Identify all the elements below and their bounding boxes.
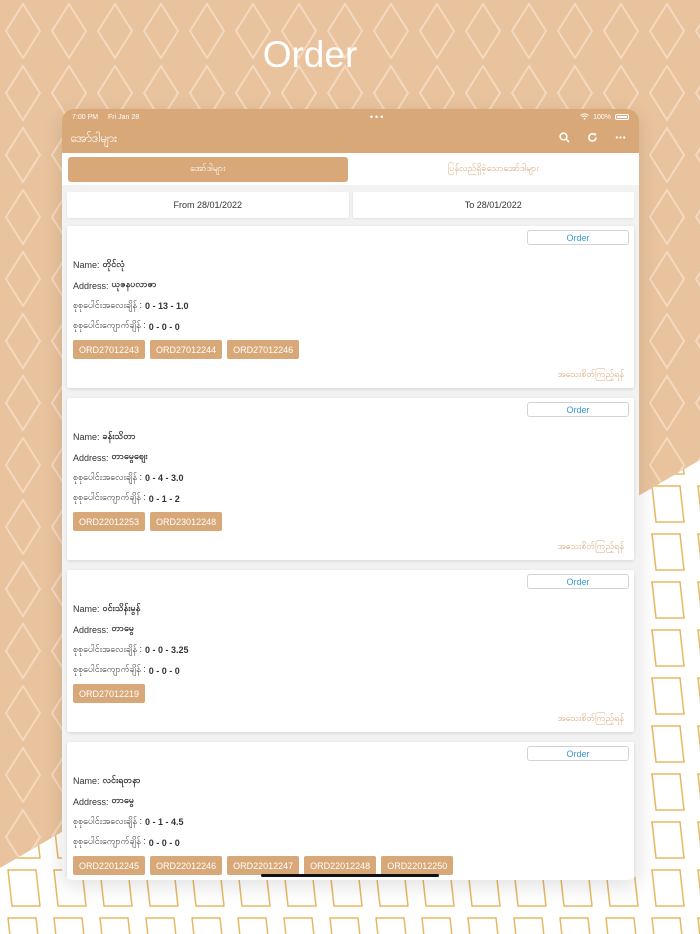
balance-label: စုစုပေါင်းကျောက်ချိန် : xyxy=(73,320,146,331)
order-list: Order Name: တိုင်လုံ Address: ယုဇနပလာဇာ စု… xyxy=(62,218,639,880)
order-code-chip[interactable]: ORD23012248 xyxy=(150,512,223,531)
customer-address: တာမွေ xyxy=(111,623,135,634)
order-code-list: ORD27012243 ORD27012244 ORD27012246 xyxy=(73,340,628,359)
order-code-chip[interactable]: ORD22012250 xyxy=(381,856,454,875)
order-code-chip[interactable]: ORD22012248 xyxy=(304,856,377,875)
multitask-dots[interactable]: ••• xyxy=(370,112,385,122)
order-code-chip[interactable]: ORD22012253 xyxy=(73,512,146,531)
name-row: Name: လင်းရတနာ xyxy=(73,771,628,792)
app-bar: အော်ဒါများ xyxy=(62,125,639,153)
name-row: Name: ခန်းသိတာ xyxy=(73,427,628,448)
order-code-list: ORD22012245 ORD22012246 ORD22012247 ORD2… xyxy=(73,856,628,875)
balance-label: စုစုပေါင်းကျောက်ချိန် : xyxy=(73,492,146,503)
weight-row: စုစုပေါင်းအလေးချိန် :0 - 0 - 3.25 xyxy=(73,640,628,661)
date-filter: From 28/01/2022 To 28/01/2022 xyxy=(62,185,639,218)
total-weight: 0 - 1 - 4.5 xyxy=(145,817,184,828)
total-balance: 0 - 1 - 2 xyxy=(148,493,180,504)
order-button[interactable]: Order xyxy=(527,746,629,761)
customer-name: တိုင်လုံ xyxy=(102,258,125,269)
order-code-chip[interactable]: ORD27012244 xyxy=(150,340,223,359)
order-card: Order Name: ခန်းသိတာ Address: တာမွေဈေး စုစ… xyxy=(67,398,634,560)
total-balance: 0 - 0 - 0 xyxy=(148,837,180,848)
tab-bar: အော်ဒါများ ပြန်လည်ရှိခဲ့သောအော်ဒါများ xyxy=(62,153,639,185)
customer-address: ယုဇနပလာဇာ xyxy=(111,279,157,290)
customer-name: ခန်းသိတာ xyxy=(102,430,136,441)
total-balance: 0 - 0 - 0 xyxy=(148,665,180,676)
address-label: Address: xyxy=(73,624,109,635)
refresh-icon[interactable] xyxy=(585,132,599,147)
weight-label: စုစုပေါင်းအလေးချိန် : xyxy=(73,471,142,482)
weight-row: စုစုပေါင်းအလေးချိန် :0 - 4 - 3.0 xyxy=(73,468,628,489)
order-button[interactable]: Order xyxy=(527,230,629,245)
address-label: Address: xyxy=(73,796,109,807)
view-details-link[interactable]: အသေးစိတ်ကြည့်ရန် xyxy=(558,369,624,382)
hero-title: Order xyxy=(262,34,358,75)
status-time: 7:00 PM xyxy=(72,113,99,121)
address-row: Address: တာမွေ xyxy=(73,792,628,813)
total-weight: 0 - 13 - 1.0 xyxy=(145,301,189,312)
order-card: Order Name: လင်းရတနာ Address: တာမွေ စုစုပေ… xyxy=(67,742,634,880)
balance-label: စုစုပေါင်းကျောက်ချိန် : xyxy=(73,836,146,847)
order-button[interactable]: Order xyxy=(527,574,629,589)
battery-percent: 100% xyxy=(593,113,611,121)
status-right: 100% xyxy=(580,112,629,122)
name-label: Name: xyxy=(73,604,100,615)
order-code-list: ORD27012219 xyxy=(73,684,628,703)
weight-label: စုစုပေါင်းအလေးချိန် : xyxy=(73,299,142,310)
status-left: 7:00 PM Fri Jan 28 xyxy=(72,114,147,121)
wifi-icon xyxy=(580,112,589,122)
more-icon[interactable] xyxy=(613,132,627,147)
tablet-screen: 7:00 PM Fri Jan 28 ••• 100% အော်ဒါများ အ… xyxy=(62,109,639,880)
balance-row: စုစုပေါင်းကျောက်ချိန် :0 - 1 - 2 xyxy=(73,489,628,510)
name-label: Name: xyxy=(73,432,100,443)
name-row: Name: ဝင်းသိန်းမွန် xyxy=(73,599,628,620)
order-card: Order Name: တိုင်လုံ Address: ယုဇနပလာဇာ စု… xyxy=(67,226,634,388)
tab-returned-orders[interactable]: ပြန်လည်ရှိခဲ့သောအော်ဒါများ xyxy=(353,156,633,182)
name-label: Name: xyxy=(73,776,100,787)
address-row: Address: တာမွေ xyxy=(73,620,628,641)
view-details-link[interactable]: အသေးစိတ်ကြည့်ရန် xyxy=(558,541,624,554)
from-date-button[interactable]: From 28/01/2022 xyxy=(67,192,349,218)
balance-row: စုစုပေါင်းကျောက်ချိန် :0 - 0 - 0 xyxy=(73,661,628,682)
address-label: Address: xyxy=(73,452,109,463)
address-label: Address: xyxy=(73,280,109,291)
order-code-chip[interactable]: ORD27012246 xyxy=(227,340,300,359)
weight-row: စုစုပေါင်းအလေးချိန် :0 - 1 - 4.5 xyxy=(73,812,628,833)
home-indicator[interactable] xyxy=(261,874,439,877)
order-code-chip[interactable]: ORD22012245 xyxy=(73,856,146,875)
order-code-chip[interactable]: ORD27012219 xyxy=(73,684,146,703)
balance-row: စုစုပေါင်းကျောက်ချိန် :0 - 0 - 0 xyxy=(73,833,628,854)
order-code-list: ORD22012253 ORD23012248 xyxy=(73,512,628,531)
order-code-chip[interactable]: ORD22012247 xyxy=(227,856,300,875)
balance-label: စုစုပေါင်းကျောက်ချိန် : xyxy=(73,664,146,675)
order-code-chip[interactable]: ORD22012246 xyxy=(150,856,223,875)
balance-row: စုစုပေါင်းကျောက်ချိန် :0 - 0 - 0 xyxy=(73,317,628,338)
weight-label: စုစုပေါင်းအလေးချိန် : xyxy=(73,643,142,654)
search-icon[interactable] xyxy=(557,131,571,147)
tab-orders[interactable]: အော်ဒါများ xyxy=(68,156,348,182)
address-row: Address: တာမွေဈေး xyxy=(73,448,628,469)
battery-icon xyxy=(614,114,629,120)
total-balance: 0 - 0 - 0 xyxy=(148,321,180,332)
order-card: Order Name: ဝင်းသိန်းမွန် Address: တာမွေ စ… xyxy=(67,570,634,732)
weight-row: စုစုပေါင်းအလေးချိန် :0 - 13 - 1.0 xyxy=(73,296,628,317)
customer-address: တာမွေ xyxy=(111,795,135,806)
to-date-button[interactable]: To 28/01/2022 xyxy=(352,192,634,218)
view-details-link[interactable]: အသေးစိတ်ကြည့်ရန် xyxy=(558,713,624,726)
customer-name: လင်းရတနာ xyxy=(102,774,141,785)
customer-address: တာမွေဈေး xyxy=(111,451,148,462)
app-actions xyxy=(557,131,627,147)
total-weight: 0 - 0 - 3.25 xyxy=(145,645,189,656)
weight-label: စုစုပေါင်းအလေးချိန် : xyxy=(73,815,142,826)
name-row: Name: တိုင်လုံ xyxy=(73,255,628,276)
status-date: Fri Jan 28 xyxy=(108,113,140,121)
status-bar: 7:00 PM Fri Jan 28 ••• 100% xyxy=(62,109,639,125)
order-code-chip[interactable]: ORD27012243 xyxy=(73,340,146,359)
app-title: အော်ဒါများ xyxy=(70,131,118,145)
customer-name: ဝင်းသိန်းမွန် xyxy=(102,602,141,613)
name-label: Name: xyxy=(73,260,100,271)
total-weight: 0 - 4 - 3.0 xyxy=(145,473,184,484)
address-row: Address: ယုဇနပလာဇာ xyxy=(73,276,628,297)
order-button[interactable]: Order xyxy=(527,402,629,417)
